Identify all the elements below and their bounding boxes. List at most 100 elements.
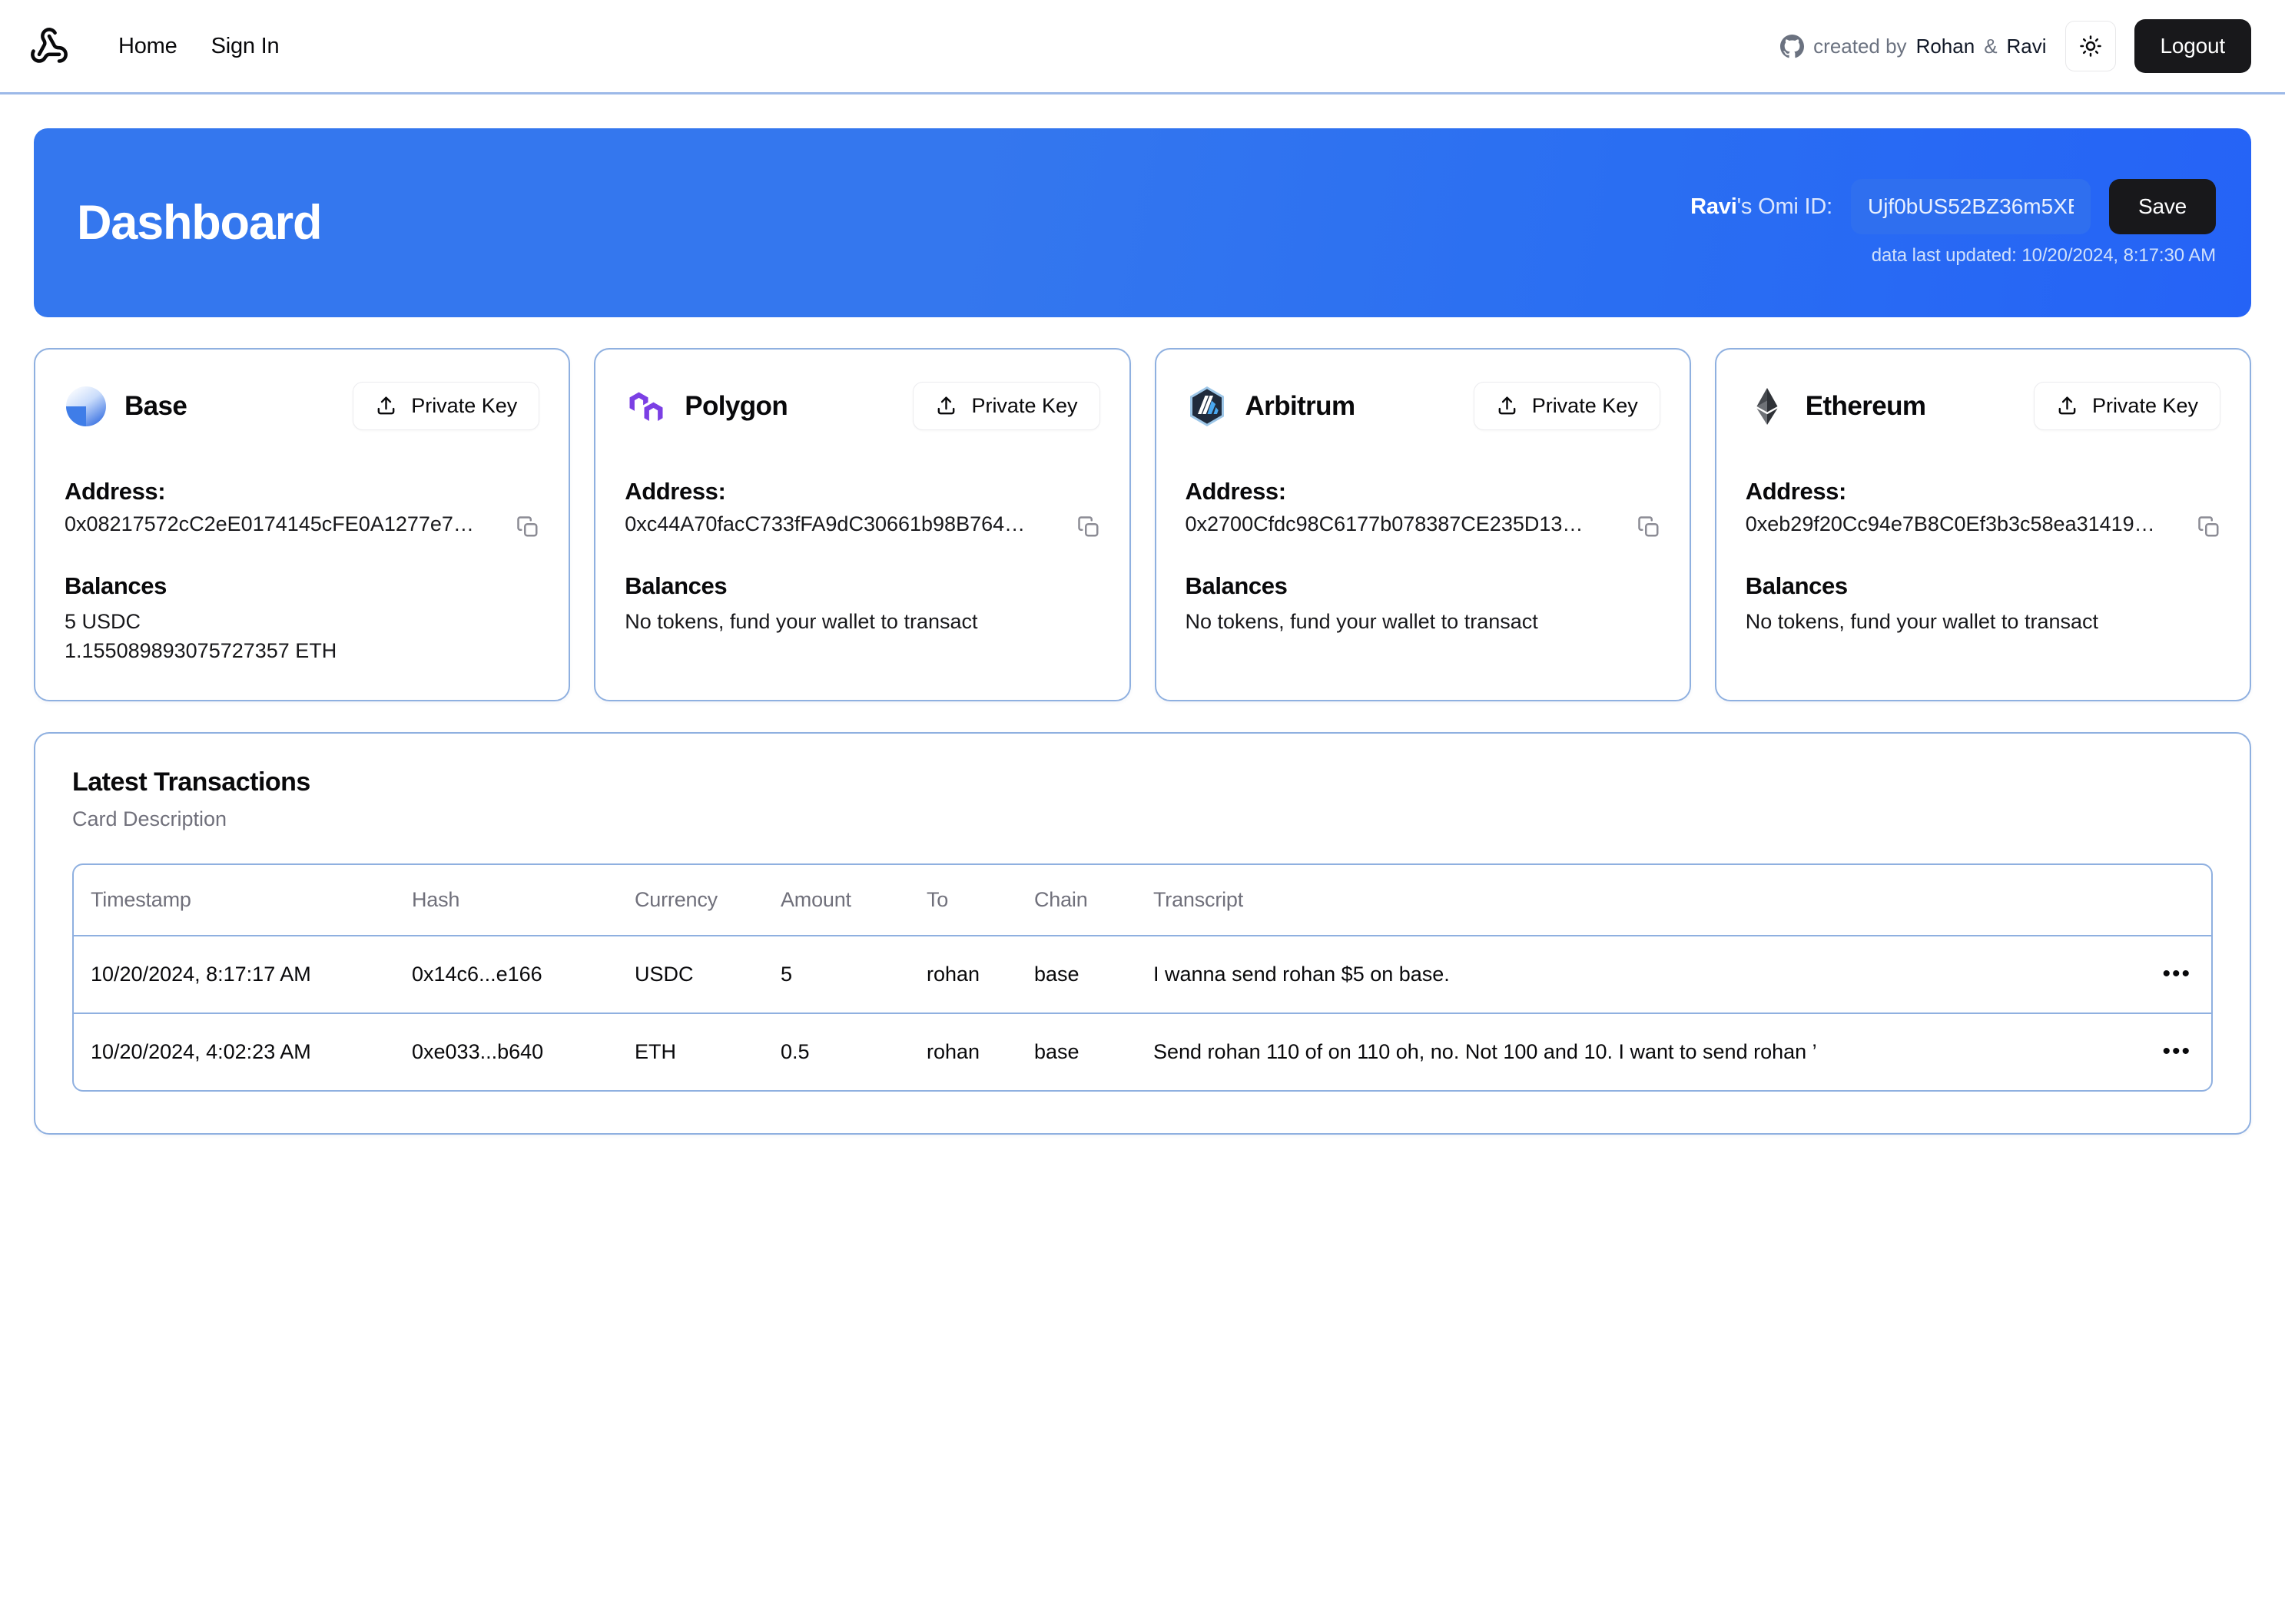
address-row: 0xc44A70facC733fFA9dC30661b98B764… [625,512,1099,539]
column-header-actions [2119,864,2211,936]
navbar-right-group: created by Rohan & Ravi Logout [1780,19,2251,73]
chain-card-header: Polygon Private Key [625,382,1100,430]
credit-separator: & [1984,34,1998,58]
more-horizontal-icon[interactable]: ••• [2119,962,2191,986]
copy-icon[interactable] [1077,515,1100,539]
chain-cards-row: Base Private Key Address: 0x08217572cC2e… [34,348,2251,701]
column-header-hash[interactable]: Hash [412,864,635,936]
balance-line: 5 USDC [65,610,141,633]
private-key-label: Private Key [1531,394,1638,417]
address-label: Address: [65,478,166,505]
chain-name: Base [124,390,187,421]
chain-card-header: Ethereum Private Key [1746,382,2220,430]
chain-card-header: Base Private Key [65,382,540,430]
balances-block: Balances 5 USDC 1.155089893075727357 ETH [65,572,539,666]
column-header-amount[interactable]: Amount [781,864,927,936]
private-key-button-base[interactable]: Private Key [353,382,540,430]
cell-timestamp: 10/20/2024, 8:17:17 AM [74,935,412,1014]
private-key-button-polygon[interactable]: Private Key [913,382,1100,430]
page-body: Dashboard Ravi's Omi ID: Save data last … [0,94,2285,1135]
theme-toggle-button[interactable] [2064,21,2116,71]
chain-name: Ethereum [1805,390,1926,421]
private-key-button-arbitrum[interactable]: Private Key [1473,382,1660,430]
transactions-title: Latest Transactions [72,767,310,797]
balance-line: No tokens, fund your wallet to transact [1185,610,1538,633]
chain-card-ethereum: Ethereum Private Key Address: 0xeb29f20C… [1714,348,2251,701]
cell-transcript: Send rohan 110 of on 110 oh, no. Not 100… [1153,1039,1817,1063]
address-row: 0x2700Cfdc98C6177b078387CE235D13… [1186,512,1660,539]
upload-icon [1498,396,1516,415]
address-label: Address: [1185,478,1287,505]
copy-icon[interactable] [2197,515,2220,539]
omi-id-label-rest: 's Omi ID: [1736,194,1833,219]
copy-icon[interactable] [1637,515,1660,539]
address-label: Address: [625,478,726,505]
transactions-description: Card Description [72,807,227,830]
cell-currency: USDC [635,935,781,1014]
top-navbar: Home Sign In created by Rohan & Ravi Log… [0,0,2285,94]
copy-icon[interactable] [516,515,539,539]
upload-icon [938,396,955,415]
transactions-table-wrapper: Timestamp Hash Currency Amount To Chain … [72,863,2213,1092]
github-icon [1780,34,1805,58]
cell-hash: 0x14c6...e166 [412,935,635,1014]
credit-name-ravi: Ravi [2006,34,2047,58]
private-key-label: Private Key [411,394,518,417]
save-button[interactable]: Save [2108,179,2216,234]
address-value: 0xeb29f20Cc94e7B8C0Ef3b3c58ea31419… [1745,512,2155,535]
page-title: Dashboard [77,196,322,250]
cell-hash: 0xe033...b640 [412,1039,544,1063]
webhook-logo-icon[interactable] [29,26,85,66]
balances-label: Balances [65,572,167,599]
chain-card-arbitrum: Arbitrum Private Key Address: 0x2700Cfdc… [1154,348,1691,701]
cell-timestamp: 10/20/2024, 4:02:23 AM [91,1039,311,1063]
balances-label: Balances [1185,572,1288,599]
table-row[interactable]: 10/20/2024, 4:02:23 AM 0xe033...b640 ETH… [74,1013,2211,1090]
credit-prefix: created by [1813,34,1907,58]
column-header-currency[interactable]: Currency [635,864,781,936]
table-header: Timestamp Hash Currency Amount To Chain … [74,864,2211,936]
cell-to: rohan [927,935,1034,1014]
cell-transcript: I wanna send rohan $5 on base. [1153,935,2119,1014]
column-header-to[interactable]: To [927,864,1034,936]
table-body: 10/20/2024, 8:17:17 AM 0x14c6...e166 USD… [74,935,2211,1090]
latest-transactions-card: Latest Transactions Card Description Tim… [34,731,2251,1135]
upload-icon [2058,396,2076,415]
credit-name-rohan: Rohan [1915,34,1975,58]
polygon-logo-icon [629,392,663,421]
column-header-transcript[interactable]: Transcript [1153,864,2119,936]
column-header-timestamp[interactable]: Timestamp [74,864,412,936]
private-key-button-ethereum[interactable]: Private Key [2033,382,2220,430]
chain-card-header: Arbitrum Private Key [1186,382,1660,430]
table-row[interactable]: 10/20/2024, 8:17:17 AM 0x14c6...e166 USD… [74,935,2211,1014]
sun-icon [2079,35,2101,57]
omi-id-row: Ravi's Omi ID: Save [1690,179,2216,234]
balances-label: Balances [1745,572,1848,599]
chain-card-polygon: Polygon Private Key Address: 0xc44A70fac… [594,348,1131,701]
cell-to: rohan [927,1039,980,1063]
hero-right-group: Ravi's Omi ID: Save data last updated: 1… [1690,179,2216,267]
omi-id-label: Ravi's Omi ID: [1690,194,1832,220]
dashboard-hero: Dashboard Ravi's Omi ID: Save data last … [34,128,2251,317]
table-header-row: Timestamp Hash Currency Amount To Chain … [74,864,2211,936]
nav-link-home[interactable]: Home [118,34,177,59]
more-horizontal-icon[interactable]: ••• [2119,1039,2191,1063]
created-by-credit[interactable]: created by Rohan & Ravi [1780,34,2047,58]
upload-icon [377,396,395,415]
row-actions-cell: ••• [2119,935,2211,1014]
balance-line: 1.155089893075727357 ETH [65,639,337,663]
chain-card-base: Base Private Key Address: 0x08217572cC2e… [34,348,571,701]
transactions-table: Timestamp Hash Currency Amount To Chain … [74,864,2211,1090]
chain-name: Polygon [685,390,788,421]
cell-amount: 0.5 [781,1039,810,1063]
column-header-chain[interactable]: Chain [1034,864,1153,936]
address-value: 0x2700Cfdc98C6177b078387CE235D13… [1185,512,1584,535]
base-logo-icon [66,386,106,426]
private-key-label: Private Key [971,394,1078,417]
omi-id-input[interactable] [1850,179,2091,234]
balances-block: Balances No tokens, fund your wallet to … [1746,572,2220,636]
nav-link-sign-in[interactable]: Sign In [211,34,280,59]
navbar-left-group: Home Sign In [29,26,280,66]
logout-button[interactable]: Logout [2134,19,2251,73]
balance-line: No tokens, fund your wallet to transact [625,610,978,633]
